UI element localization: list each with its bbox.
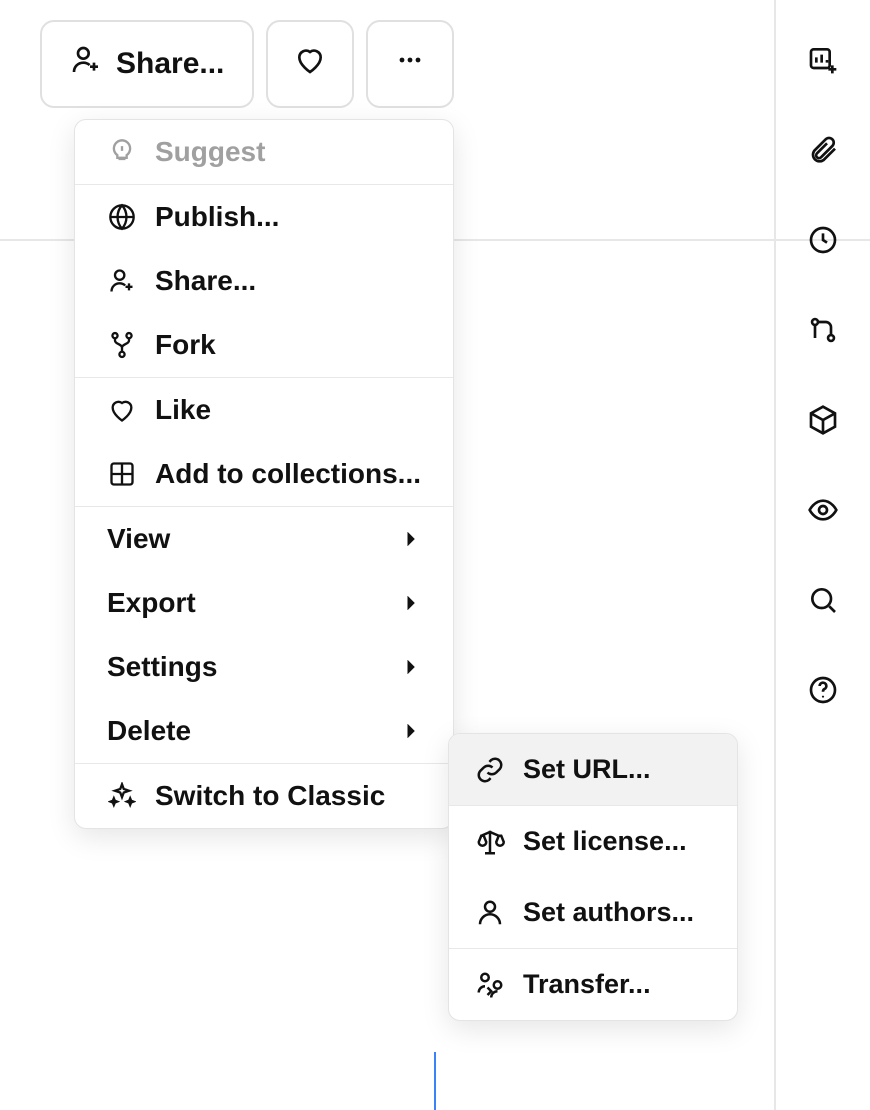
scales-icon — [475, 827, 505, 857]
text-cursor — [434, 1052, 436, 1110]
sparkles-icon — [107, 781, 137, 811]
lightbulb-icon — [107, 137, 137, 167]
share-button-label: Share... — [116, 47, 224, 81]
transfer-icon — [475, 970, 505, 1000]
submenu-item-label: Set authors... — [523, 897, 711, 928]
menu-item-suggest: Suggest — [75, 120, 453, 184]
menu-item-publish[interactable]: Publish... — [75, 185, 453, 249]
menu-item-delete[interactable]: Delete — [75, 699, 453, 763]
rail-item-branch[interactable] — [803, 312, 843, 352]
menu-item-label: Publish... — [155, 201, 421, 233]
paperclip-icon — [807, 134, 839, 171]
search-icon — [807, 584, 839, 621]
grid-icon — [107, 459, 137, 489]
menu-item-switch-classic[interactable]: Switch to Classic — [75, 764, 453, 828]
menu-item-label: Switch to Classic — [155, 780, 421, 812]
person-plus-icon — [107, 266, 137, 296]
chevron-right-icon — [401, 724, 421, 738]
rail-item-search[interactable] — [803, 582, 843, 622]
rail-item-attach[interactable] — [803, 132, 843, 172]
link-icon — [475, 755, 505, 785]
clock-icon — [807, 224, 839, 261]
rail-item-history[interactable] — [803, 222, 843, 262]
menu-item-label: Export — [107, 587, 383, 619]
person-icon — [475, 898, 505, 928]
rail-item-visibility[interactable] — [803, 492, 843, 532]
menu-item-label: Add to collections... — [155, 458, 421, 490]
submenu-item-label: Set URL... — [523, 754, 711, 785]
submenu-item-label: Set license... — [523, 826, 711, 857]
submenu-item-label: Transfer... — [523, 969, 711, 1000]
like-button[interactable] — [266, 20, 354, 108]
submenu-item-transfer[interactable]: Transfer... — [449, 949, 737, 1020]
chevron-right-icon — [401, 596, 421, 610]
right-rail — [774, 0, 870, 1110]
menu-item-label: Suggest — [155, 136, 421, 168]
rail-item-chart[interactable] — [803, 42, 843, 82]
chevron-right-icon — [401, 532, 421, 546]
menu-item-label: Share... — [155, 265, 421, 297]
ellipsis-icon — [394, 44, 426, 84]
menu-item-view[interactable]: View — [75, 507, 453, 571]
submenu-item-set-license[interactable]: Set license... — [449, 806, 737, 877]
help-icon — [807, 674, 839, 711]
chart-plus-icon — [807, 44, 839, 81]
heart-icon — [294, 44, 326, 84]
settings-submenu: Set URL... Set license... Set authors...… — [448, 733, 738, 1021]
branch-icon — [807, 314, 839, 351]
menu-item-like[interactable]: Like — [75, 378, 453, 442]
menu-item-share[interactable]: Share... — [75, 249, 453, 313]
more-menu: Suggest Publish... Share... Fork Like Ad… — [74, 119, 454, 829]
toolbar: Share... — [40, 20, 454, 108]
chevron-right-icon — [401, 660, 421, 674]
menu-item-settings[interactable]: Settings — [75, 635, 453, 699]
share-button[interactable]: Share... — [40, 20, 254, 108]
menu-item-label: Like — [155, 394, 421, 426]
menu-item-label: View — [107, 523, 383, 555]
menu-item-fork[interactable]: Fork — [75, 313, 453, 377]
submenu-item-set-url[interactable]: Set URL... — [449, 734, 737, 805]
heart-icon — [107, 395, 137, 425]
menu-item-label: Delete — [107, 715, 383, 747]
fork-icon — [107, 330, 137, 360]
menu-item-add-to-collections[interactable]: Add to collections... — [75, 442, 453, 506]
rail-item-package[interactable] — [803, 402, 843, 442]
menu-item-export[interactable]: Export — [75, 571, 453, 635]
eye-icon — [807, 494, 839, 531]
person-plus-icon — [70, 44, 102, 84]
more-button[interactable] — [366, 20, 454, 108]
submenu-item-set-authors[interactable]: Set authors... — [449, 877, 737, 948]
globe-icon — [107, 202, 137, 232]
menu-item-label: Fork — [155, 329, 421, 361]
menu-item-label: Settings — [107, 651, 383, 683]
package-icon — [807, 404, 839, 441]
rail-item-help[interactable] — [803, 672, 843, 712]
